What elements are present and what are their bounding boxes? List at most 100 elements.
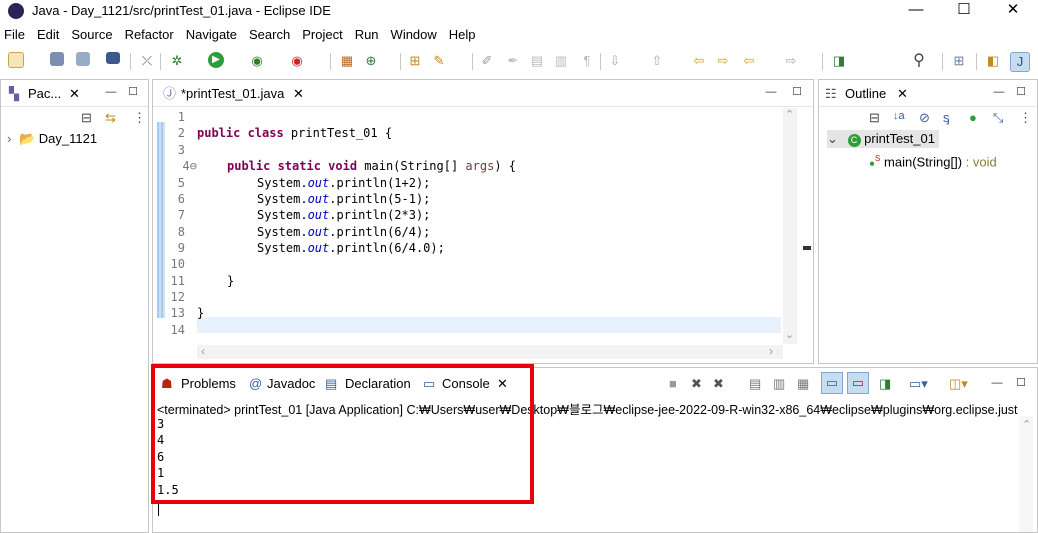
maximize-view-icon[interactable]: ☐ <box>127 86 139 98</box>
skip-breakpoints-icon[interactable]: ⤫ <box>138 52 156 70</box>
scroll-right-icon[interactable]: › <box>769 344 773 358</box>
outline-class-item[interactable]: ⌄ C printTest_01 <box>827 130 939 148</box>
run-icon[interactable]: ▶ <box>208 52 224 68</box>
save-all-icon[interactable] <box>76 52 90 66</box>
pin-console-icon[interactable]: ◨ <box>879 374 891 394</box>
open-perspective-icon[interactable]: ⊞ <box>950 52 968 70</box>
pin-editor-icon[interactable]: ◨ <box>830 52 848 70</box>
clear-console-icon[interactable]: ▤ <box>749 374 761 394</box>
code-line-8: System.out.println(6/4); <box>257 225 431 239</box>
java-ee-perspective-icon[interactable]: ◧ <box>984 52 1002 70</box>
forward-icon[interactable]: ⇨ <box>782 52 800 70</box>
editor-tab[interactable]: *printTest_01.java <box>181 84 284 104</box>
menu-search[interactable]: Search <box>243 24 296 46</box>
minimize-editor-icon[interactable]: — <box>765 86 777 98</box>
minimize-console-icon[interactable]: — <box>991 377 1003 389</box>
close-window-button[interactable]: ✕ <box>990 0 1036 22</box>
menu-project[interactable]: Project <box>296 24 348 46</box>
minimize-view-icon[interactable]: — <box>105 86 117 98</box>
collapse-all-icon[interactable]: ⊟ <box>81 110 92 126</box>
open-console-icon[interactable]: ◫▾ <box>949 374 968 394</box>
menu-edit[interactable]: Edit <box>31 24 65 46</box>
horizontal-scrollbar[interactable] <box>197 345 783 359</box>
open-type-icon[interactable]: ⊞ <box>406 52 424 70</box>
block-select-icon[interactable]: ▤ <box>528 52 546 70</box>
hide-fields-icon[interactable]: ⊘ <box>919 110 930 126</box>
view-menu-icon[interactable]: ⋮ <box>1019 110 1032 126</box>
menu-navigate[interactable]: Navigate <box>180 24 243 46</box>
collapse-all-icon[interactable]: ⊟ <box>869 110 880 126</box>
minimize-view-icon[interactable]: — <box>993 86 1005 98</box>
menu-run[interactable]: Run <box>349 24 385 46</box>
save-icon[interactable] <box>50 52 64 66</box>
menu-refactor[interactable]: Refactor <box>119 24 180 46</box>
close-tab-icon[interactable]: ✕ <box>293 84 304 104</box>
outline-method-item[interactable]: ●S main(String[]) : void <box>869 150 997 169</box>
maximize-editor-icon[interactable]: ☐ <box>791 86 803 98</box>
forward-edit-icon[interactable]: ⇨ <box>714 52 732 70</box>
search-icon[interactable]: ⚲ <box>910 52 928 70</box>
terminal-icon[interactable] <box>106 52 120 64</box>
maximize-view-icon[interactable]: ☐ <box>1015 86 1027 98</box>
package-explorer-tab[interactable]: Pac... <box>28 84 61 104</box>
new-class-icon[interactable]: ⊕ <box>362 52 380 70</box>
close-icon[interactable]: ✕ <box>69 84 80 104</box>
prev-annotation-icon[interactable]: ⇧ <box>648 52 666 70</box>
maximize-console-icon[interactable]: ☐ <box>1015 377 1027 389</box>
new-package-icon[interactable]: ▦ <box>338 52 356 70</box>
hide-local-types-icon[interactable]: ⤡ <box>993 110 1003 126</box>
code-area[interactable]: public class printTest_01 { public stati… <box>197 109 781 335</box>
next-annotation-icon[interactable]: ⇩ <box>606 52 624 70</box>
display-console-icon[interactable]: ▭▾ <box>909 374 928 394</box>
show-on-stdout-icon[interactable]: ▭ <box>821 372 843 394</box>
project-tree-item[interactable]: › 📂 Day_1121 <box>7 130 97 148</box>
overview-ruler-marker[interactable] <box>803 246 811 250</box>
scroll-up-icon[interactable]: ⌃ <box>1022 418 1031 431</box>
menu-help[interactable]: Help <box>443 24 482 46</box>
remove-launch-icon[interactable]: ✖ <box>691 374 702 394</box>
show-on-stderr-icon[interactable]: ▭ <box>847 372 869 394</box>
maximize-button[interactable]: ☐ <box>941 0 987 22</box>
code-line-2: public class printTest_01 { <box>197 126 393 140</box>
link-with-editor-icon[interactable]: ⇆ <box>105 110 116 126</box>
coverage-icon[interactable]: ◉ <box>248 52 266 70</box>
annotation-icon[interactable]: ✐ <box>478 52 496 70</box>
sort-icon[interactable]: ↓a <box>893 110 905 122</box>
chevron-down-icon[interactable]: ⌄ <box>827 131 838 146</box>
menu-window[interactable]: Window <box>385 24 443 46</box>
java-perspective-icon[interactable]: J <box>1010 52 1030 72</box>
editor-tab-header: Ⓙ *printTest_01.java ✕ — ☐ <box>153 80 813 107</box>
debug-icon[interactable]: ✲ <box>168 52 186 70</box>
close-icon[interactable]: ✕ <box>897 84 908 104</box>
back-icon[interactable]: ⇦ <box>740 52 758 70</box>
terminate-icon[interactable]: ■ <box>669 374 677 394</box>
view-menu-icon[interactable]: ⋮ <box>133 110 146 126</box>
line-number: 5 <box>177 176 185 190</box>
outline-tab[interactable]: Outline <box>845 84 886 104</box>
menu-file[interactable]: File <box>0 24 31 46</box>
chevron-right-icon[interactable]: › <box>7 131 11 146</box>
scroll-lock-icon[interactable]: ▥ <box>773 374 785 394</box>
line-number: 13 <box>170 306 185 320</box>
scroll-left-icon[interactable]: ‹ <box>201 344 205 358</box>
pilcrow-icon[interactable]: ¶ <box>578 52 596 70</box>
hide-static-icon[interactable]: ᶊ <box>943 110 950 125</box>
hide-nonpublic-icon[interactable]: ● <box>969 110 977 125</box>
title-bar: Java - Day_1121/src/printTest_01.java - … <box>0 0 1038 22</box>
new-icon[interactable] <box>8 52 24 68</box>
pen-icon[interactable]: ✒ <box>504 52 522 70</box>
open-task-icon[interactable]: ✎ <box>430 52 448 70</box>
scroll-up-icon[interactable]: ⌃ <box>785 108 794 121</box>
remove-all-launches-icon[interactable]: ✖ <box>713 374 724 394</box>
scroll-down-icon[interactable]: ⌄ <box>785 328 794 341</box>
external-tools-icon[interactable]: ◉ <box>288 52 306 70</box>
last-edit-icon[interactable]: ⇦ <box>690 52 708 70</box>
console-vertical-scrollbar[interactable] <box>1019 416 1033 532</box>
menu-source[interactable]: Source <box>65 24 118 46</box>
word-wrap-icon[interactable]: ▦ <box>797 374 809 394</box>
minimize-button[interactable]: — <box>893 0 939 22</box>
java-file-icon: Ⓙ <box>163 86 177 101</box>
code-line-7: System.out.println(2*3); <box>257 208 431 222</box>
vertical-scrollbar[interactable] <box>783 108 797 344</box>
show-whitespace-icon[interactable]: ▥ <box>552 52 570 70</box>
